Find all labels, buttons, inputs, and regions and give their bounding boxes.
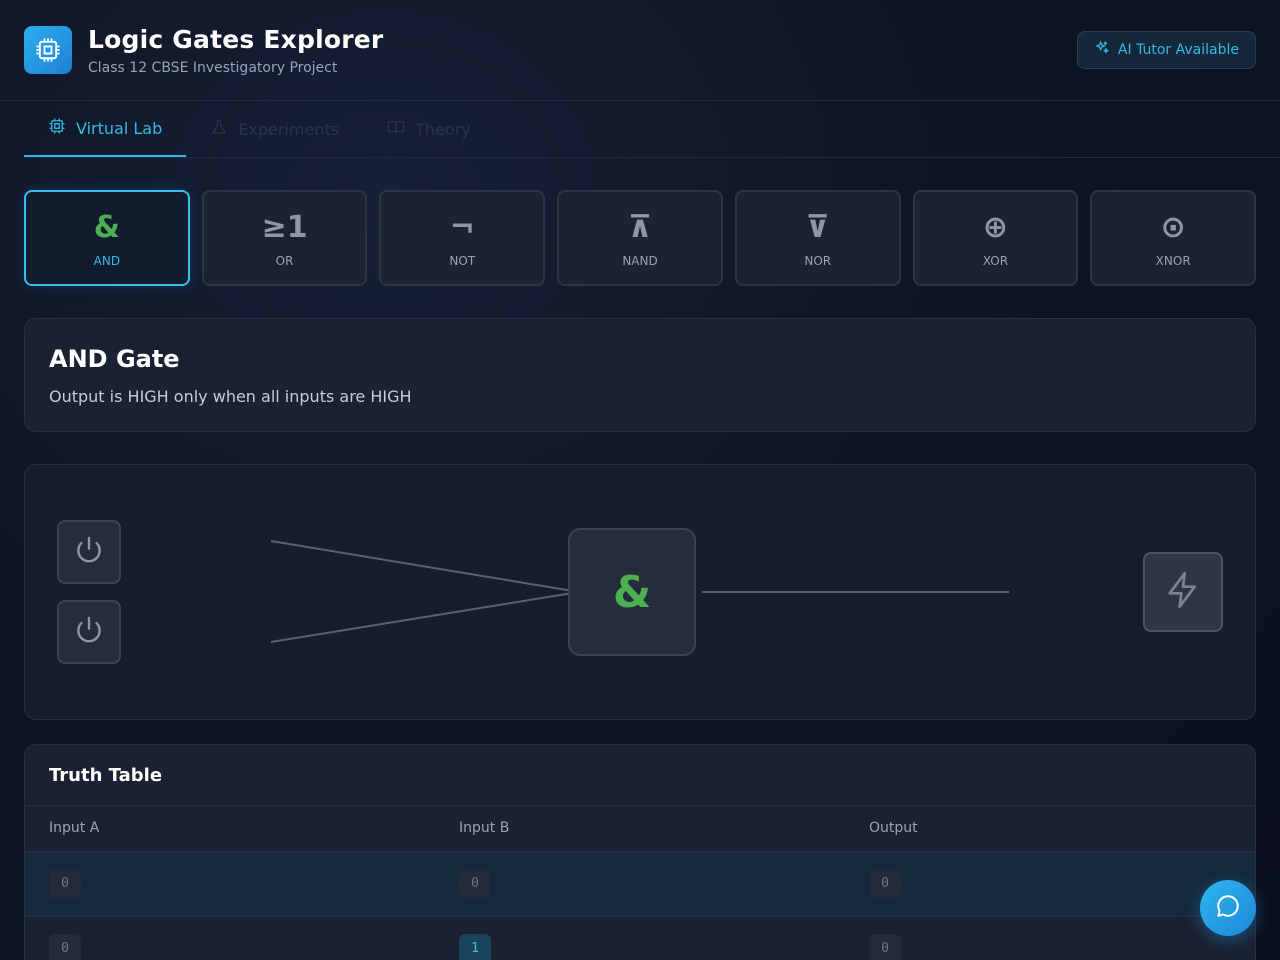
circuit-canvas: & (24, 464, 1256, 720)
tab-label: Experiments (238, 119, 340, 139)
chat-bubble-icon (1215, 893, 1241, 923)
bit-chip: 0 (49, 933, 81, 960)
power-icon (73, 614, 105, 650)
power-icon (73, 534, 105, 570)
sparkles-icon (1094, 40, 1110, 60)
wire-input-a (270, 540, 580, 593)
book-icon (387, 118, 405, 140)
gate-symbol: ⊼ (627, 210, 653, 245)
gate-symbol: ⊽ (805, 210, 830, 245)
main-tabs: Virtual Lab Experiments Theory (24, 101, 1280, 158)
gate-info-card: AND Gate Output is HIGH only when all in… (24, 318, 1256, 432)
gate-symbol: ⊕ (982, 210, 1009, 245)
table-row: 0 1 0 (25, 916, 1255, 960)
app-title: Logic Gates Explorer (88, 24, 384, 54)
gate-label: NOR (804, 254, 832, 268)
bit-chip: 0 (869, 933, 901, 960)
bit-chip: 1 (459, 933, 491, 960)
gate-label: NAND (622, 254, 658, 268)
tab-theory[interactable]: Theory (363, 101, 495, 157)
gate-label: NOT (449, 254, 476, 268)
column-header: Output (845, 806, 1255, 852)
app-header: Logic Gates Explorer Class 12 CBSE Inves… (0, 0, 1280, 101)
gate-button-nor[interactable]: ⊽ NOR (734, 190, 901, 286)
brand: Logic Gates Explorer Class 12 CBSE Inves… (24, 25, 383, 76)
tab-virtual-lab[interactable]: Virtual Lab (24, 101, 187, 157)
truth-table-title: Truth Table (25, 745, 1255, 806)
gate-label: OR (275, 254, 294, 268)
tab-label: Virtual Lab (76, 118, 163, 138)
truth-table: Input A Input B Output 0 0 0 0 1 0 (25, 806, 1255, 960)
gate-symbol: & (93, 210, 120, 245)
bit-chip: 0 (869, 868, 901, 899)
ai-tutor-label: AI Tutor Available (1117, 42, 1239, 58)
gate-button-xnor[interactable]: ⊙ XNOR (1090, 190, 1257, 286)
bit-chip: 0 (459, 868, 491, 899)
circuit-gate: & (568, 528, 696, 656)
gate-button-nand[interactable]: ⊼ NAND (557, 190, 723, 286)
gate-label: XOR (982, 254, 1009, 268)
lightning-icon (1163, 570, 1203, 614)
gate-button-and[interactable]: & AND (24, 190, 190, 286)
column-header: Input B (435, 806, 845, 852)
chip-icon (48, 117, 66, 139)
bit-chip: 0 (49, 868, 81, 899)
column-header: Input A (25, 806, 435, 852)
chip-icon (24, 26, 72, 74)
app-subtitle: Class 12 CBSE Investigatory Project (88, 59, 338, 76)
gate-symbol: ≥1 (261, 210, 308, 245)
table-row: 0 0 0 (25, 851, 1255, 917)
input-b-switch[interactable] (57, 600, 121, 664)
input-a-switch[interactable] (57, 520, 121, 584)
ai-tutor-button[interactable]: AI Tutor Available (1076, 31, 1256, 69)
gate-symbol: ⊙ (1160, 210, 1186, 245)
gate-button-xor[interactable]: ⊕ XOR (912, 190, 1079, 286)
gate-symbol: ¬ (449, 210, 475, 245)
chat-button[interactable] (1200, 880, 1256, 936)
tab-experiments[interactable]: Experiments (186, 101, 363, 157)
gate-info-description: Output is HIGH only when all inputs are … (49, 387, 412, 406)
output-indicator (1143, 552, 1223, 632)
gate-label: XNOR (1155, 254, 1191, 268)
wire-input-b (270, 591, 580, 643)
tab-label: Theory (415, 119, 471, 139)
flask-icon (210, 118, 228, 140)
gate-button-not[interactable]: ¬ NOT (379, 190, 546, 286)
gate-button-or[interactable]: ≥1 OR (201, 190, 368, 286)
truth-table-card: Truth Table Input A Input B Output 0 0 0… (24, 744, 1256, 960)
gate-info-title: AND Gate (49, 345, 180, 373)
gate-label: AND (93, 254, 121, 268)
gate-selector: & AND ≥1 OR ¬ NOT ⊼ NAND ⊽ NOR ⊕ XOR ⊙ X… (0, 158, 1280, 286)
